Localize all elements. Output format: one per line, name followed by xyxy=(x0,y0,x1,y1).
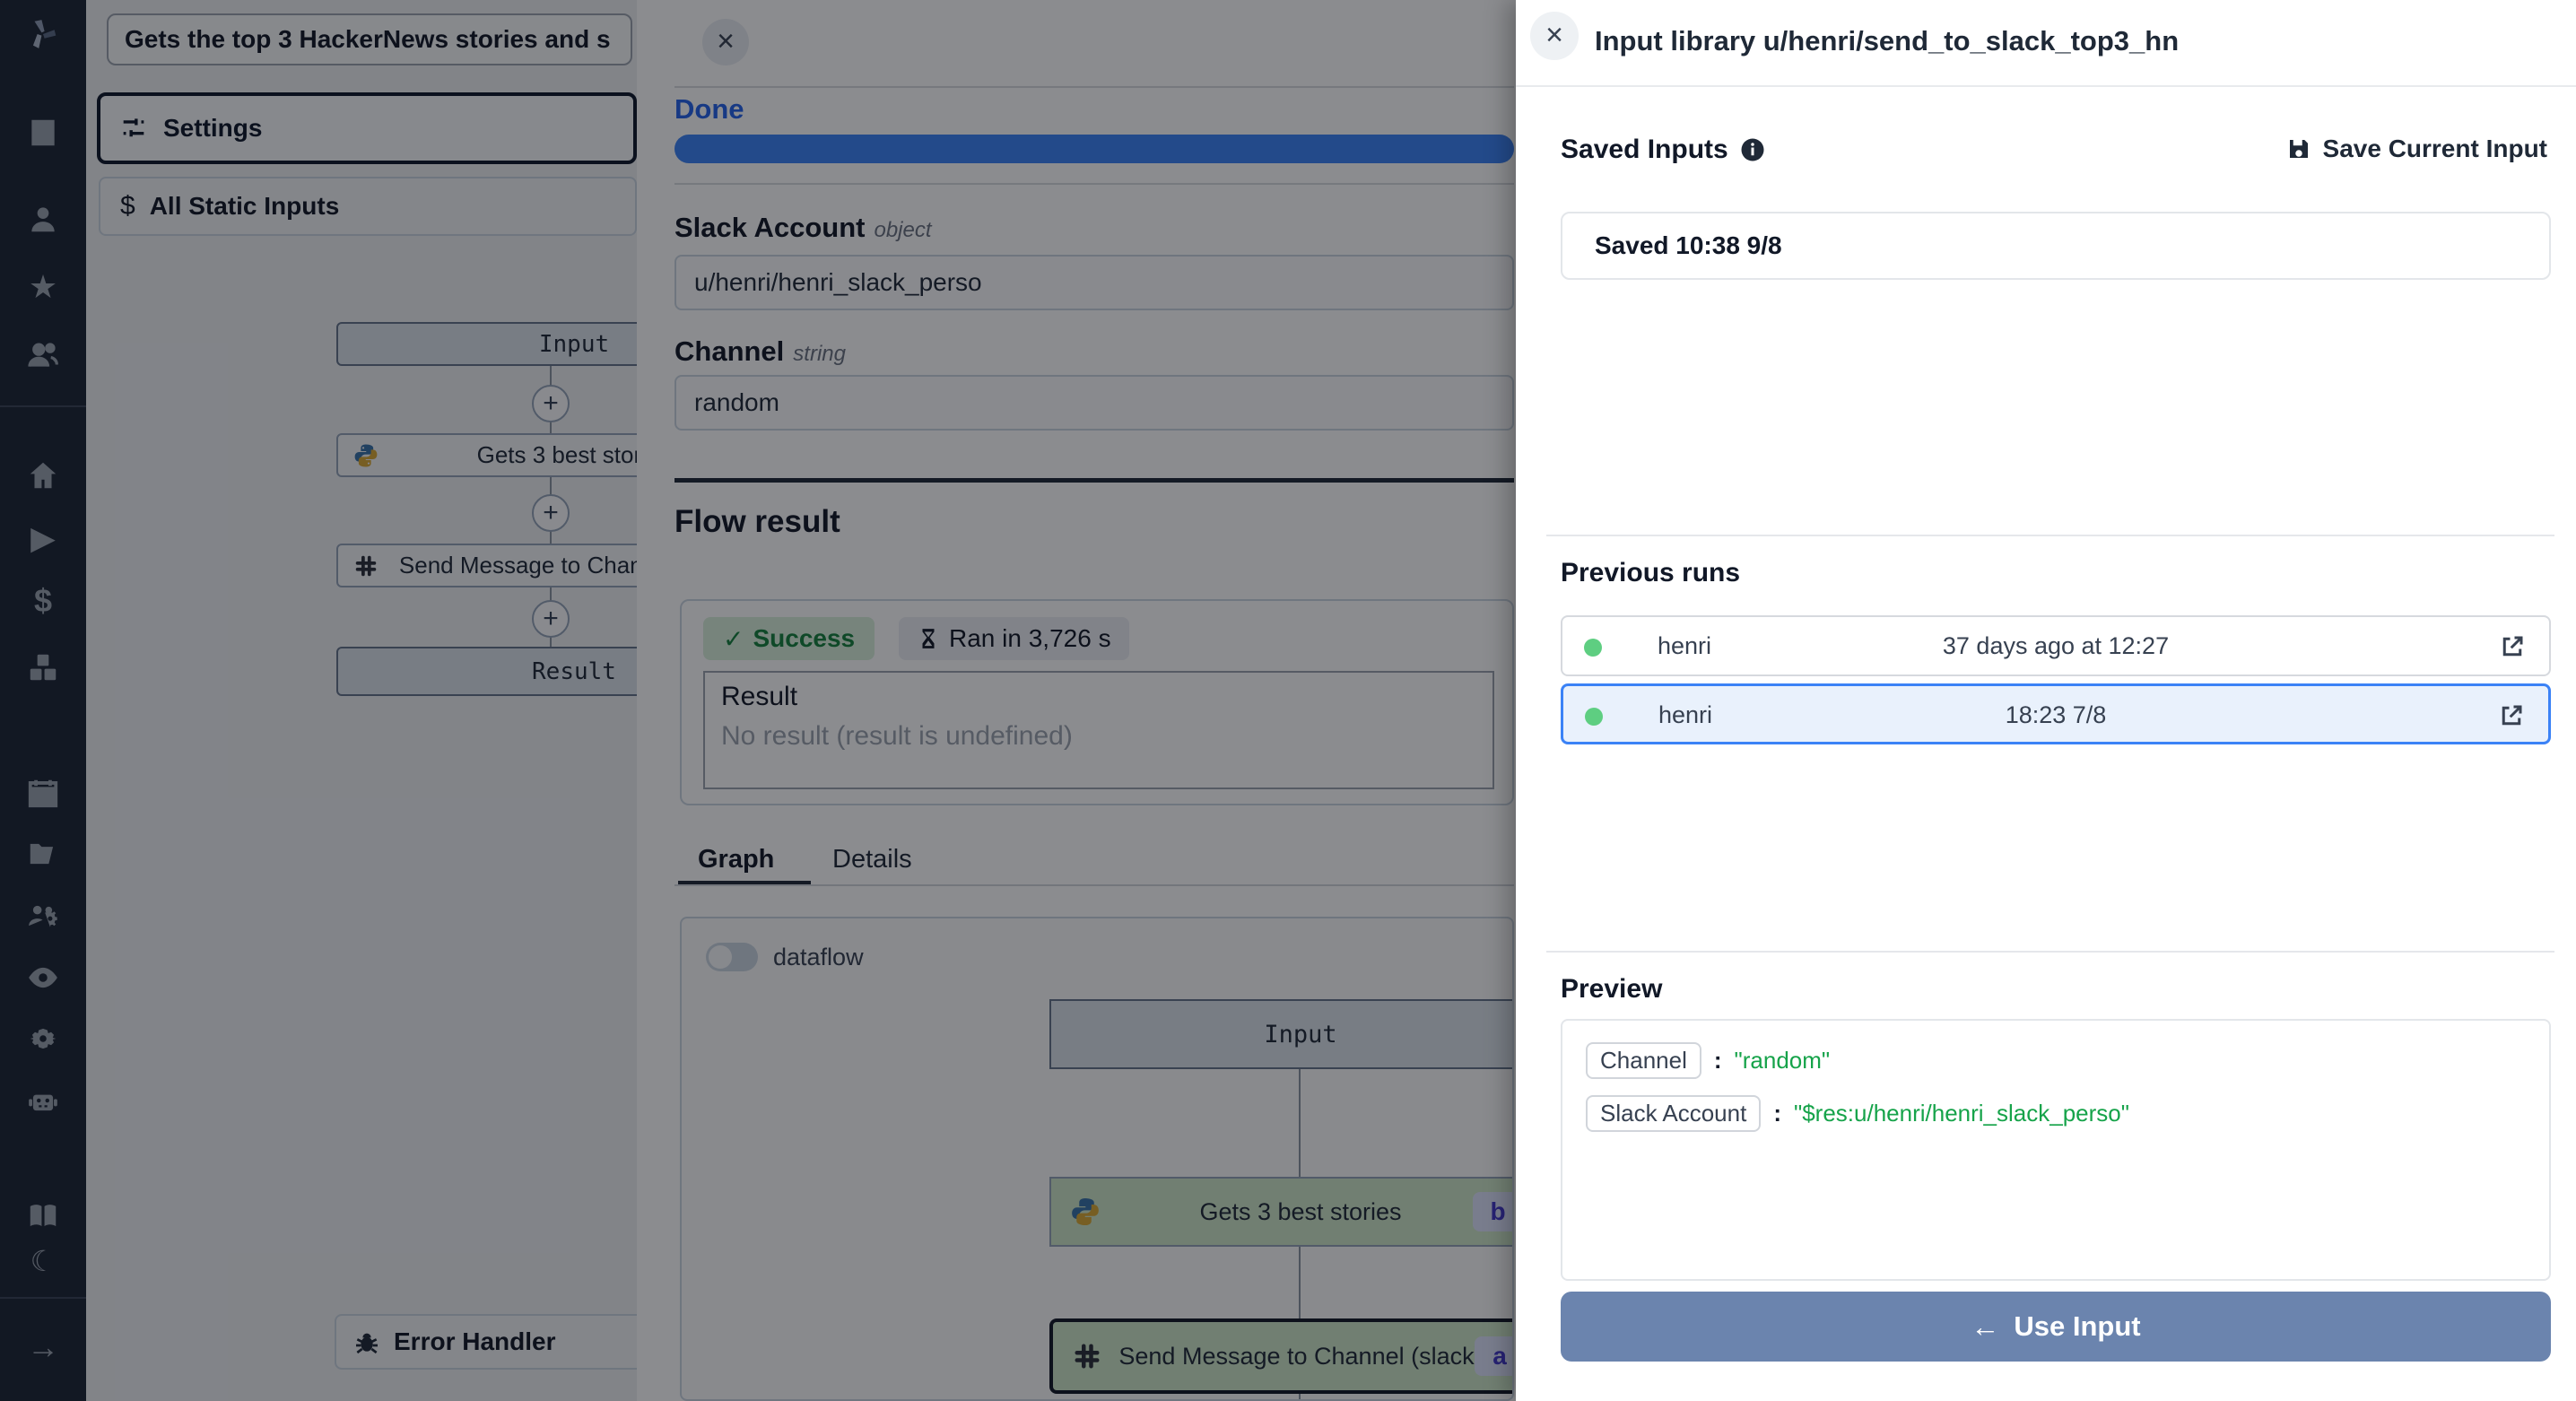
divider xyxy=(1546,535,2554,536)
input-library-drawer: × Input library u/henri/send_to_slack_to… xyxy=(1516,0,2576,1401)
save-current-input-button[interactable]: Save Current Input xyxy=(2285,135,2547,163)
run-time: 37 days ago at 12:27 xyxy=(1562,632,2549,660)
use-input-button[interactable]: ← Use Input xyxy=(1561,1292,2551,1362)
app-screen: ★ ▶ $ ☾ → Gets the top 3 HackerNews stor… xyxy=(0,0,2576,1401)
saved-inputs-heading: Saved Inputs xyxy=(1561,135,1766,165)
preview-key-chip: Slack Account xyxy=(1586,1095,1761,1132)
preview-heading: Preview xyxy=(1561,974,1662,1005)
divider xyxy=(1546,951,2554,953)
saved-input-item[interactable]: Saved 10:38 9/8 xyxy=(1561,212,2551,280)
drawer-title: Input library u/henri/send_to_slack_top3… xyxy=(1595,25,2179,57)
close-drawer-button[interactable]: × xyxy=(1530,12,1579,60)
preview-value: "$res:u/henri/henri_slack_perso" xyxy=(1794,1100,2129,1127)
previous-run-row-selected[interactable]: henri 18:23 7/8 xyxy=(1561,683,2551,744)
preview-key-chip: Channel xyxy=(1586,1042,1701,1079)
arrow-left-icon: ← xyxy=(1971,1310,1999,1344)
info-icon xyxy=(1739,136,1766,163)
preview-line: Channel : "random" xyxy=(1586,1042,2526,1079)
preview-card: Channel : "random" Slack Account : "$res… xyxy=(1561,1019,2551,1281)
modal-dim-overlay[interactable] xyxy=(0,0,1516,1401)
open-run-external-link-icon[interactable] xyxy=(2498,702,2525,729)
previous-run-row[interactable]: henri 37 days ago at 12:27 xyxy=(1561,615,2551,676)
divider xyxy=(1516,85,2576,87)
preview-line: Slack Account : "$res:u/henri/henri_slac… xyxy=(1586,1095,2526,1132)
preview-value: "random" xyxy=(1735,1047,1831,1075)
open-run-external-link-icon[interactable] xyxy=(2499,633,2526,660)
run-time: 18:23 7/8 xyxy=(1563,701,2548,729)
previous-runs-heading: Previous runs xyxy=(1561,558,1740,588)
save-icon xyxy=(2285,135,2312,162)
